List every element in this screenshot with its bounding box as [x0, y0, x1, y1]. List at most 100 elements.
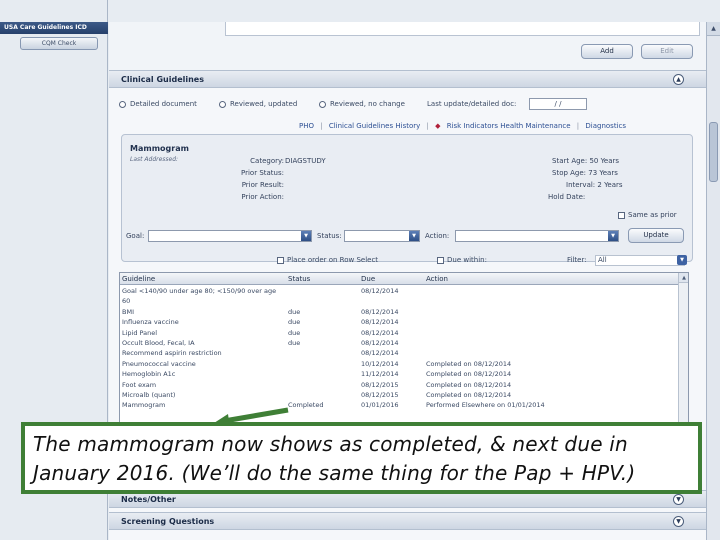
- hold-date-label: Hold Date:: [548, 193, 586, 201]
- table-row[interactable]: BMI due 08/12/2014: [120, 307, 680, 317]
- filter-dropdown-icon[interactable]: ▼: [677, 255, 687, 265]
- expand-down-icon[interactable]: ▼: [673, 494, 684, 505]
- table-row[interactable]: Occult Blood, Fecal, IA due 08/12/2014: [120, 338, 680, 348]
- radio-reviewed-updated[interactable]: Reviewed, updated: [219, 100, 297, 108]
- panel-title: Mammogram: [130, 144, 189, 153]
- top-strip: Add Edit: [109, 22, 706, 70]
- cell-guideline: Goal <140/90 under age 80; <150/90 over …: [122, 287, 277, 295]
- radio-icon: [119, 100, 126, 108]
- cell-guideline: BMI: [122, 307, 134, 316]
- mammogram-detail-panel: Mammogram Last Addressed: Category: DIAG…: [121, 134, 693, 262]
- checkbox-icon: [277, 256, 284, 264]
- place-order-checkbox[interactable]: Place order on Row Select: [277, 256, 378, 264]
- annotation-callout: The mammogram now shows as completed, & …: [21, 422, 702, 494]
- guideline-links: PHO | Clinical Guidelines History | ◆ Ri…: [299, 122, 630, 130]
- status-select[interactable]: ▼: [344, 230, 420, 242]
- order-options-row: Place order on Row Select Due within: Fi…: [277, 255, 697, 268]
- grid-header: Guideline Status Due Action: [120, 273, 680, 285]
- goal-select[interactable]: ▼: [148, 230, 312, 242]
- table-row[interactable]: Hemoglobin A1c 11/12/2014 Completed on 08/…: [120, 369, 680, 379]
- screening-questions-header[interactable]: Screening Questions ▼: [109, 512, 706, 530]
- prior-result-label: Prior Result:: [241, 181, 284, 189]
- cell-guideline: Occult Blood, Fecal, IA: [122, 338, 195, 347]
- table-row[interactable]: 60: [120, 296, 680, 306]
- dropdown-arrow-icon: ▼: [608, 231, 618, 241]
- checkbox-icon: [618, 211, 625, 219]
- cell-action: Completed on 08/12/2014: [426, 359, 512, 368]
- cell-due: 08/12/2014: [361, 287, 399, 295]
- due-within-checkbox[interactable]: Due within:: [437, 256, 487, 264]
- table-row[interactable]: Influenza vaccine due 08/12/2014: [120, 317, 680, 327]
- last-addressed-label: Last Addressed:: [130, 156, 179, 163]
- add-button[interactable]: Add: [581, 44, 633, 59]
- callout-line-2: January 2016. (We’ll do the same thing f…: [33, 461, 636, 485]
- filter-select[interactable]: All: [595, 255, 685, 266]
- expand-down-icon[interactable]: ▼: [673, 516, 684, 527]
- cell-status: due: [288, 328, 301, 337]
- cell-guideline: Pneumococcal vaccine: [122, 359, 196, 368]
- cell-due: 08/12/2014: [361, 307, 399, 316]
- column-header-due[interactable]: Due: [361, 275, 375, 283]
- place-order-label: Place order on Row Select: [287, 256, 379, 264]
- cell-guideline: Microalb (quant): [122, 390, 176, 399]
- action-label: Action:: [425, 232, 450, 240]
- table-row[interactable]: Goal <140/90 under age 80; <150/90 over …: [120, 286, 680, 296]
- table-row[interactable]: Pneumococcal vaccine 10/12/2014 Completed …: [120, 359, 680, 369]
- column-header-action[interactable]: Action: [426, 275, 448, 283]
- cell-due: 08/12/2014: [361, 349, 399, 358]
- diagnostics-link[interactable]: Diagnostics: [585, 122, 626, 130]
- cell-guideline: Hemoglobin A1c: [122, 370, 176, 379]
- screening-title: Screening Questions: [121, 517, 215, 526]
- update-button[interactable]: Update: [628, 228, 684, 243]
- radio-reviewed-no-change[interactable]: Reviewed, no change: [319, 100, 405, 108]
- table-row[interactable]: Microalb (quant) 08/12/2015 Completed on 0…: [120, 390, 680, 400]
- top-input-field[interactable]: [225, 22, 700, 36]
- collapse-up-icon[interactable]: ▲: [673, 74, 684, 85]
- same-as-prior-label: Same as prior: [628, 211, 677, 219]
- same-as-prior-checkbox[interactable]: Same as prior: [618, 211, 677, 219]
- table-row[interactable]: Foot exam 08/12/2015 Completed on 08/12/20…: [120, 380, 680, 390]
- due-within-label: Due within:: [447, 256, 487, 264]
- section-title: Clinical Guidelines: [121, 75, 204, 84]
- risk-indicators-link[interactable]: Risk Indicators Health Maintenance: [447, 122, 571, 130]
- radio-label: Reviewed, no change: [330, 100, 405, 108]
- history-link[interactable]: Clinical Guidelines History: [329, 122, 420, 130]
- last-update-date-field[interactable]: / /: [529, 98, 587, 110]
- radio-detailed-document[interactable]: Detailed document: [119, 100, 197, 108]
- grid-rows: Goal <140/90 under age 80; <150/90 over …: [120, 286, 680, 411]
- column-header-guideline[interactable]: Guideline: [122, 275, 282, 283]
- callout-line-1: The mammogram now shows as completed, & …: [33, 432, 628, 456]
- cqm-check-button[interactable]: CQM Check: [20, 37, 98, 50]
- scroll-up-icon[interactable]: ▲: [707, 22, 720, 36]
- sidebar-title: USA Care Guidelines ICD: [0, 22, 108, 34]
- last-update-text: Last update/detailed doc:: [427, 100, 517, 108]
- action-select[interactable]: ▼: [455, 230, 619, 242]
- dropdown-arrow-icon: ▼: [301, 231, 311, 241]
- dropdown-arrow-icon: ▼: [409, 231, 419, 241]
- cell-due: 08/12/2014: [361, 318, 399, 327]
- table-row[interactable]: Lipid Panel due 08/12/2014: [120, 328, 680, 338]
- category-label: Category:: [250, 157, 284, 165]
- table-row[interactable]: Recommend aspirin restriction 08/12/2014: [120, 348, 680, 358]
- category-value: DIAGSTUDY: [285, 157, 326, 165]
- cell-action: Completed on 08/12/2014: [426, 390, 512, 399]
- cell-action: Completed on 08/12/2014: [426, 370, 512, 379]
- filter-label: Filter:: [567, 256, 587, 264]
- cell-guideline: Influenza vaccine: [122, 318, 179, 327]
- link-separator: |: [320, 122, 323, 130]
- stop-age: Stop Age: 73 Years: [552, 169, 618, 177]
- cell-due: 01/01/2016: [361, 401, 399, 410]
- cell-due: 08/12/2014: [361, 338, 399, 347]
- edit-button[interactable]: Edit: [641, 44, 693, 59]
- pho-link[interactable]: PHO: [299, 122, 314, 130]
- window-scrollbar[interactable]: ▲: [706, 22, 720, 540]
- radio-icon: [219, 100, 226, 108]
- table-row-mammogram[interactable]: Mammogram Completed 01/01/2016 Performed El…: [120, 400, 680, 410]
- clinical-guidelines-header[interactable]: Clinical Guidelines ▲: [109, 70, 706, 88]
- scroll-thumb[interactable]: [709, 122, 718, 182]
- cell-due: 08/12/2015: [361, 390, 399, 399]
- scroll-up-icon[interactable]: ▲: [679, 273, 688, 283]
- cell-due: 10/12/2014: [361, 359, 399, 368]
- column-header-status[interactable]: Status: [288, 275, 310, 283]
- window-title-area: [0, 0, 720, 22]
